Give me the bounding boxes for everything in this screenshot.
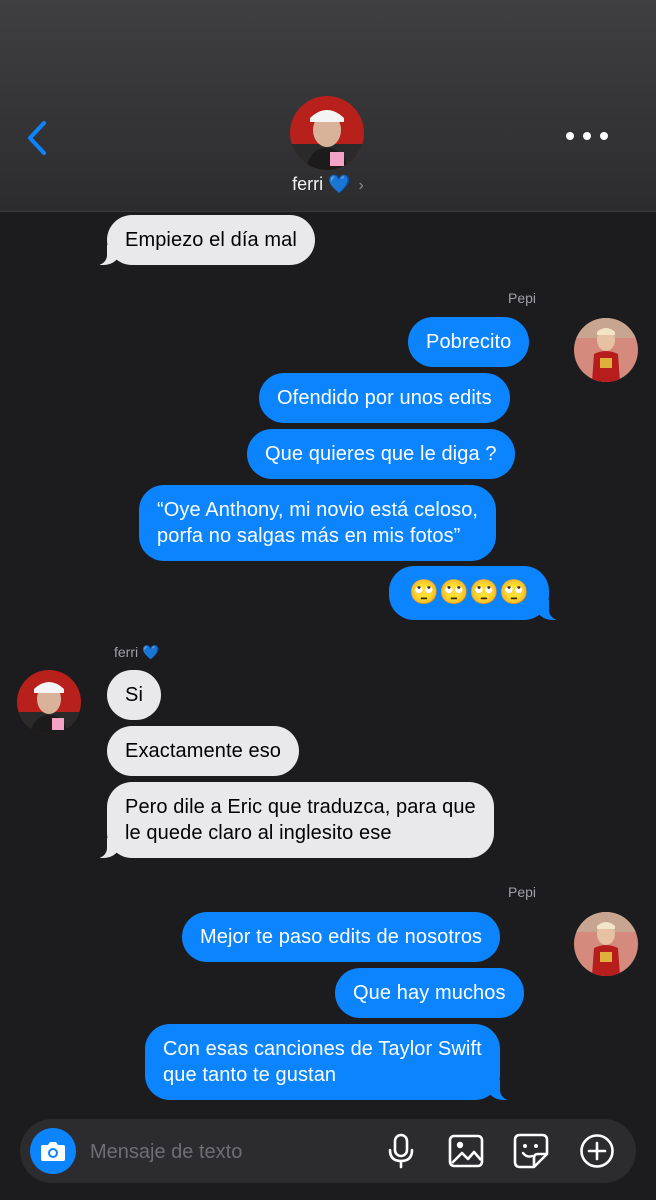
- message-text-line: “Oye Anthony, mi novio está celoso,: [157, 499, 479, 521]
- message-text: Exactamente eso: [125, 740, 282, 762]
- contact-name-button[interactable]: ferri 💙 ›: [0, 174, 656, 195]
- pepi-avatar: [574, 912, 638, 976]
- microphone-icon[interactable]: [382, 1132, 420, 1170]
- message-text: Que hay muchos: [353, 982, 506, 1004]
- message-text-line: porfa no salgas más en mis fotos”: [157, 525, 461, 547]
- camera-icon[interactable]: [30, 1128, 76, 1174]
- chat-header: ferri 💙 ›: [0, 0, 656, 212]
- message-bubble-outgoing[interactable]: “Oye Anthony, mi novio está celoso, porf…: [139, 485, 497, 561]
- message-text: Que quieres que le diga ?: [265, 443, 497, 465]
- message-text: Pobrecito: [426, 331, 512, 353]
- contact-avatar[interactable]: [290, 96, 364, 170]
- chevron-right-icon: ›: [358, 177, 364, 194]
- message-input[interactable]: [88, 1131, 372, 1173]
- message-text-line: que tanto te gustan: [163, 1064, 337, 1086]
- sticker-icon[interactable]: [512, 1132, 550, 1170]
- message-bubble-outgoing[interactable]: Que hay muchos: [335, 968, 524, 1018]
- sender-label: Pepi: [508, 290, 537, 306]
- message-text: Ofendido por unos edits: [277, 387, 492, 409]
- more-options-icon[interactable]: [566, 124, 608, 148]
- message-composer: [20, 1119, 636, 1183]
- message-bubble-incoming[interactable]: Si: [107, 670, 161, 720]
- message-bubble-outgoing[interactable]: Que quieres que le diga ?: [247, 429, 515, 479]
- message-text-line: le quede claro al inglesito ese: [125, 822, 392, 844]
- gallery-icon[interactable]: [447, 1132, 485, 1170]
- message-bubble-outgoing[interactable]: Pobrecito: [408, 317, 530, 367]
- message-bubble-outgoing[interactable]: Ofendido por unos edits: [259, 373, 510, 423]
- message-bubble-incoming[interactable]: Exactamente eso: [107, 726, 300, 776]
- message-bubble-incoming[interactable]: Pero dile a Eric que traduzca, para que …: [81, 782, 494, 858]
- emoji-message: 🙄🙄🙄🙄: [409, 579, 529, 606]
- sender-label: Pepi: [508, 884, 537, 900]
- message-text-line: Pero dile a Eric que traduzca, para que: [125, 796, 476, 818]
- pepi-avatar: [574, 318, 638, 382]
- contact-name: ferri 💙: [292, 174, 351, 194]
- ferri-avatar: [17, 670, 81, 734]
- message-text: Empiezo el día mal: [125, 229, 297, 251]
- message-bubble-outgoing[interactable]: Mejor te paso edits de nosotros: [182, 912, 501, 962]
- message-bubble-incoming[interactable]: Empiezo el día mal: [81, 215, 315, 265]
- message-text: Mejor te paso edits de nosotros: [200, 926, 483, 948]
- sender-label: ferri 💙: [114, 644, 160, 660]
- plus-icon[interactable]: [578, 1132, 616, 1170]
- message-bubble-outgoing[interactable]: 🙄🙄🙄🙄: [389, 566, 575, 620]
- message-bubble-outgoing[interactable]: Con esas canciones de Taylor Swift que t…: [145, 1024, 526, 1100]
- message-text: Si: [125, 684, 143, 706]
- back-arrow-icon[interactable]: [22, 118, 54, 158]
- message-text-line: Con esas canciones de Taylor Swift: [163, 1038, 482, 1060]
